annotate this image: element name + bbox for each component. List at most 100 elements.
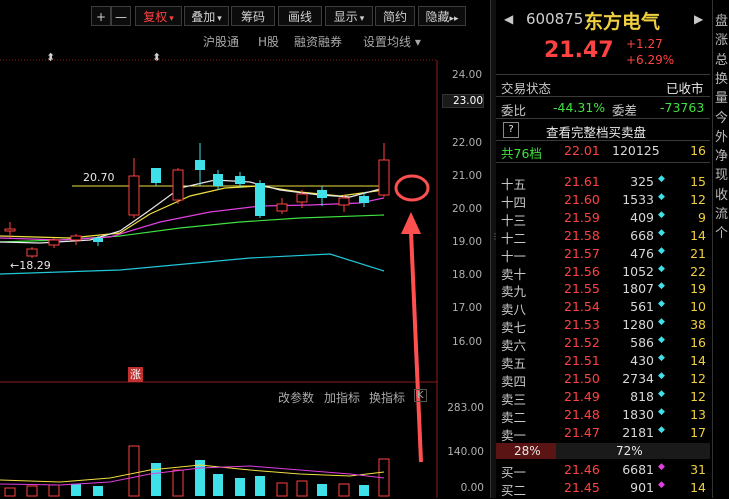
- price-tick: 20.00: [451, 203, 482, 215]
- candle-body: [48, 239, 60, 246]
- level-count: 22: [690, 263, 706, 279]
- level-volume: 6681: [622, 462, 654, 477]
- ask-row[interactable]: 十二 21.58 668 ◆ 14: [496, 227, 712, 246]
- diamond-icon: ◆: [658, 209, 665, 220]
- candle-body: [317, 190, 327, 198]
- add-indicator-link[interactable]: 加指标: [324, 389, 360, 406]
- ask-row[interactable]: 卖三 21.49 818 ◆ 12: [496, 388, 712, 407]
- divider: [496, 74, 710, 75]
- level-count: 14: [690, 353, 706, 368]
- level-price: 21.46: [564, 462, 600, 477]
- full-book-link[interactable]: 查看完整档买卖盘: [546, 122, 646, 141]
- diamond-icon: ◆: [658, 191, 665, 202]
- level-count: 12: [690, 388, 706, 404]
- level-price: 21.45: [564, 480, 600, 495]
- candle-body: [296, 193, 308, 203]
- weibi-value: -44.31%: [553, 100, 606, 115]
- ma-white-line: [0, 179, 385, 244]
- ask-row[interactable]: 十一 21.57 476 ◆ 21: [496, 245, 712, 264]
- close-indicator-button[interactable]: K: [414, 389, 427, 402]
- left-arrow-icon: ←: [10, 259, 20, 272]
- kline-chart-panel[interactable]: + — 复权 ▾ 叠加 ▾ 筹码 画线 显示 ▾ 简约 隐藏▸▸ 沪股通 H股 融资融…: [0, 0, 490, 498]
- swap-indicator-link[interactable]: 换指标: [369, 389, 405, 406]
- ask-row[interactable]: 卖五 21.51 430 ◆ 14: [496, 352, 712, 371]
- level-count: 12: [690, 191, 706, 207]
- volume-bar: [71, 484, 81, 496]
- diamond-icon: ◆: [658, 227, 665, 238]
- weibi-label: 委比: [501, 103, 527, 118]
- volume-tick: 140.00: [447, 446, 484, 458]
- ask-row[interactable]: 卖十 21.56 1052 ◆ 22: [496, 263, 712, 282]
- volume-bar: [48, 484, 60, 497]
- buy-ratio: 72%: [616, 444, 643, 458]
- candle-body: [172, 169, 184, 201]
- help-icon[interactable]: ?: [503, 122, 519, 138]
- volume-tick: 0.00: [460, 482, 484, 494]
- kline-svg: [0, 59, 438, 498]
- ask-row[interactable]: 十四 21.60 1533 ◆ 12: [496, 191, 712, 210]
- ask-row[interactable]: 卖八 21.54 561 ◆ 10: [496, 298, 712, 317]
- level-volume: 430: [630, 353, 654, 368]
- last-price: 21.47: [544, 38, 614, 63]
- side-strip-label: 流: [715, 207, 729, 222]
- level-label: 卖一: [501, 427, 527, 443]
- level-price: 21.59: [564, 209, 600, 225]
- volume-bar: [296, 480, 308, 497]
- price-tick: 18.00: [451, 269, 482, 281]
- levels-price: 22.01: [564, 143, 600, 158]
- levels-label: 共76档: [501, 146, 542, 161]
- ask-row[interactable]: 卖一 21.47 2181 ◆ 17: [496, 424, 712, 443]
- collapsed-side-panel[interactable]: 盘涨总换量今外净现收流个: [712, 0, 729, 498]
- candle-body: [4, 228, 16, 232]
- volume-bar: [128, 445, 140, 497]
- ask-row[interactable]: 卖四 21.50 2734 ◆ 12: [496, 370, 712, 389]
- candle-body: [128, 175, 140, 216]
- candle-body: [359, 196, 369, 203]
- divider: [496, 162, 710, 163]
- level-count: 38: [690, 317, 706, 333]
- side-strip-label: 总: [715, 52, 729, 68]
- ask-row[interactable]: 十三 21.59 409 ◆ 9: [496, 209, 712, 228]
- ma-cyan-line: [0, 253, 385, 275]
- prev-stock-icon[interactable]: ◀: [504, 12, 513, 26]
- ask-row[interactable]: 卖二 21.48 1830 ◆ 13: [496, 406, 712, 425]
- ratio-bar: 28% 72%: [496, 443, 710, 459]
- side-strip-label: 外: [715, 129, 729, 145]
- status-label: 交易状态: [501, 81, 552, 96]
- level-count: 12: [690, 370, 706, 386]
- level-price: 21.58: [564, 227, 600, 243]
- level-price: 21.60: [564, 191, 600, 207]
- ask-row[interactable]: 卖九 21.55 1807 ◆ 19: [496, 280, 712, 299]
- ask-row[interactable]: 十五 21.61 325 ◆ 15: [496, 173, 712, 192]
- level-volume: 476: [630, 245, 654, 261]
- change-params-link[interactable]: 改参数: [278, 389, 314, 406]
- level-volume: 1052: [622, 263, 654, 279]
- current-price-tick: 23.00: [442, 94, 484, 108]
- ask-row[interactable]: 卖七 21.53 1280 ◆ 38: [496, 316, 712, 335]
- next-stock-icon[interactable]: ▶: [694, 12, 703, 26]
- price-tick: 17.00: [451, 302, 482, 314]
- bid-row[interactable]: 买一 21.46 6681 ◆ 31: [496, 461, 712, 480]
- sell-ratio: 28%: [514, 444, 541, 458]
- bid-row[interactable]: 买二 21.45 901 ◆ 14: [496, 479, 712, 498]
- level-count: 9: [698, 209, 706, 225]
- levels-count: 16: [690, 143, 706, 158]
- level-volume: 561: [630, 299, 654, 315]
- diamond-icon: ◆: [658, 335, 665, 346]
- ask-row[interactable]: 卖六 21.52 586 ◆ 16: [496, 334, 712, 353]
- limit-up-badge[interactable]: 涨: [128, 367, 143, 382]
- price-change: +1.27: [626, 37, 663, 51]
- divider: [496, 140, 710, 141]
- level-count: 19: [690, 281, 706, 297]
- diamond-icon: ◆: [658, 370, 665, 381]
- side-strip-label: 现: [715, 168, 729, 184]
- level-count: 21: [690, 245, 706, 261]
- side-strip-label: 个: [715, 226, 729, 242]
- side-strip-label: 今: [715, 110, 729, 126]
- levels-summary-row: 共76档 22.01 120125 16: [496, 142, 712, 161]
- diamond-icon: ◆: [658, 406, 665, 417]
- level-price: 21.50: [564, 370, 600, 386]
- level-count: 14: [690, 227, 706, 243]
- level-volume: 1280: [622, 317, 654, 333]
- side-strip-label: 净: [715, 149, 729, 165]
